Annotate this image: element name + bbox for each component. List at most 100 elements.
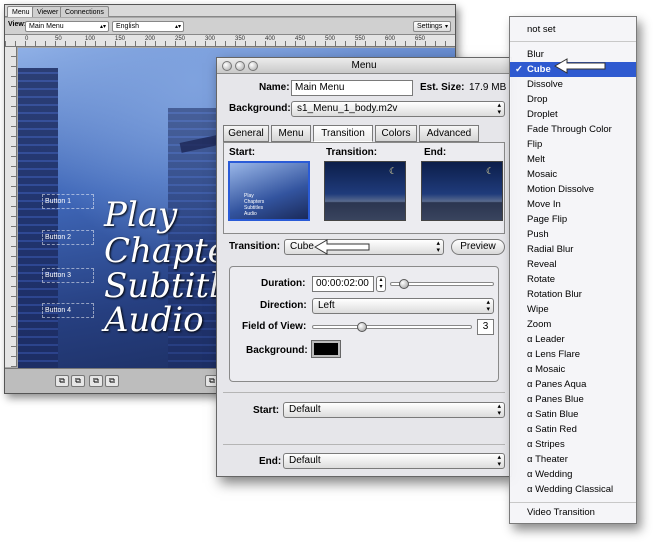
- direction-popup[interactable]: Left ▴ ▾: [312, 298, 494, 314]
- tab-connections[interactable]: Connections: [60, 6, 109, 17]
- ruler-mark: 250: [175, 36, 186, 42]
- menu-item[interactable]: α Panes Aqua: [510, 377, 636, 392]
- popup-arrows-icon: ▴ ▾: [497, 102, 501, 116]
- menu-item[interactable]: α Theater: [510, 452, 636, 467]
- menu-item-label: α Stripes: [527, 439, 565, 450]
- menu-item[interactable]: α Satin Blue: [510, 407, 636, 422]
- menu-item-label: Zoom: [527, 319, 552, 330]
- menu-item-label: Push: [527, 229, 549, 240]
- menu-item-label: Reveal: [527, 259, 557, 270]
- thumb-line: Audio: [244, 211, 257, 217]
- menu-button-1[interactable]: Button 1: [42, 194, 94, 209]
- language-select[interactable]: English ▴▾: [112, 21, 184, 32]
- est-size-label: Est. Size:: [420, 82, 465, 93]
- menu-item[interactable]: α Wedding Classical: [510, 482, 636, 497]
- end-thumbnail[interactable]: ☾: [421, 161, 503, 221]
- view-select[interactable]: Main Menu ▴▾: [25, 21, 109, 32]
- tab-transition[interactable]: Transition: [313, 125, 373, 142]
- menu-item-label: α Theater: [527, 454, 568, 465]
- tab-viewer[interactable]: Viewer: [32, 6, 64, 17]
- menu-item[interactable]: Flip: [510, 137, 636, 152]
- inspector-title-bar[interactable]: Menu: [217, 58, 511, 74]
- start-thumbnail[interactable]: Play Chapters Subtitles Audio: [228, 161, 310, 221]
- menu-item[interactable]: α Lens Flare: [510, 347, 636, 362]
- ruler-mark: 550: [355, 36, 366, 42]
- menu-item-video-transition[interactable]: Video Transition: [510, 505, 636, 520]
- menu-item[interactable]: Reveal: [510, 257, 636, 272]
- zoom-icon[interactable]: [248, 61, 258, 71]
- menu-button-3[interactable]: Button 3: [42, 268, 94, 283]
- align-center-icon[interactable]: ⧉: [71, 375, 85, 387]
- menu-item-label: Motion Dissolve: [527, 184, 595, 195]
- menu-item-label: α Leader: [527, 334, 565, 345]
- tab-menu[interactable]: Menu: [7, 6, 35, 17]
- align-left-icon[interactable]: ⧉: [55, 375, 69, 387]
- start-popup[interactable]: Default ▴ ▾: [283, 402, 505, 418]
- end-thumb-heading: End:: [424, 147, 447, 158]
- vertical-ruler: [5, 47, 17, 367]
- popup-arrows-icon: ▴ ▾: [436, 240, 440, 254]
- preview-panel: Start: Transition: End: Play Chapters Su…: [223, 142, 505, 234]
- minimize-icon[interactable]: [235, 61, 245, 71]
- menu-item[interactable]: α Leader: [510, 332, 636, 347]
- menu-item[interactable]: Move In: [510, 197, 636, 212]
- menu-button-2[interactable]: Button 2: [42, 230, 94, 245]
- menu-item[interactable]: Droplet: [510, 107, 636, 122]
- transition-settings-group: Duration: 00:00:02:00 ▴ ▾ Direction: Left…: [229, 266, 499, 382]
- menu-item[interactable]: Page Flip: [510, 212, 636, 227]
- menu-item[interactable]: Drop: [510, 92, 636, 107]
- menu-item-label: Melt: [527, 154, 545, 165]
- menu-item-label: α Lens Flare: [527, 349, 581, 360]
- settings-button[interactable]: Settings ▾: [413, 21, 451, 32]
- menu-item[interactable]: Push: [510, 227, 636, 242]
- end-popup[interactable]: Default ▴ ▾: [283, 453, 505, 469]
- preview-button[interactable]: Preview: [451, 239, 505, 255]
- background-color-well[interactable]: [311, 340, 341, 358]
- menu-item-label: Page Flip: [527, 214, 568, 225]
- transition-thumbnail[interactable]: ☾: [324, 161, 406, 221]
- distribute-icon[interactable]: ⧉: [89, 375, 103, 387]
- end-popup-value: Default: [289, 455, 321, 466]
- menu-item[interactable]: Dissolve: [510, 77, 636, 92]
- menu-item-label: α Mosaic: [527, 364, 566, 375]
- menu-text-play: Play: [104, 195, 178, 235]
- arrange-icon[interactable]: ⧉: [105, 375, 119, 387]
- start-thumb-heading: Start:: [229, 147, 256, 158]
- menu-item[interactable]: Radial Blur: [510, 242, 636, 257]
- menu-item[interactable]: Wipe: [510, 302, 636, 317]
- inspector-tabs: General Menu Transition Colors Advanced: [221, 125, 507, 142]
- menu-item[interactable]: Fade Through Color: [510, 122, 636, 137]
- tab-colors[interactable]: Colors: [375, 125, 417, 142]
- menu-item[interactable]: α Stripes: [510, 437, 636, 452]
- menu-item-label: Wipe: [527, 304, 549, 315]
- menu-item[interactable]: Melt: [510, 152, 636, 167]
- duration-field[interactable]: 00:00:02:00: [312, 276, 374, 292]
- menu-item[interactable]: Mosaic: [510, 167, 636, 182]
- close-icon[interactable]: [222, 61, 232, 71]
- menu-item-not-set[interactable]: not set: [510, 22, 636, 37]
- tab-general[interactable]: General: [223, 125, 269, 142]
- menu-item[interactable]: α Wedding: [510, 467, 636, 482]
- menu-item[interactable]: α Mosaic: [510, 362, 636, 377]
- field-of-view-slider-knob[interactable]: [357, 322, 367, 332]
- menu-item[interactable]: Rotation Blur: [510, 287, 636, 302]
- field-of-view-slider[interactable]: [312, 325, 472, 329]
- name-field[interactable]: Main Menu: [291, 80, 413, 96]
- field-of-view-value[interactable]: 3: [477, 319, 494, 335]
- field-of-view-label: Field of View:: [242, 321, 307, 332]
- menu-item[interactable]: α Panes Blue: [510, 392, 636, 407]
- menu-item[interactable]: α Satin Red: [510, 422, 636, 437]
- menu-item[interactable]: Motion Dissolve: [510, 182, 636, 197]
- ruler-mark: 200: [145, 36, 156, 42]
- tab-advanced[interactable]: Advanced: [419, 125, 479, 142]
- menu-button-4[interactable]: Button 4: [42, 303, 94, 318]
- duration-stepper[interactable]: ▴ ▾: [376, 276, 386, 292]
- menu-item[interactable]: Rotate: [510, 272, 636, 287]
- ruler-mark: 650: [415, 36, 426, 42]
- background-popup[interactable]: s1_Menu_1_body.m2v ▴ ▾: [291, 101, 505, 117]
- menu-item[interactable]: Zoom: [510, 317, 636, 332]
- tab-menu[interactable]: Menu: [271, 125, 311, 142]
- ruler-mark: 150: [115, 36, 126, 42]
- duration-slider-knob[interactable]: [399, 279, 410, 289]
- background-color-label: Background:: [246, 345, 308, 356]
